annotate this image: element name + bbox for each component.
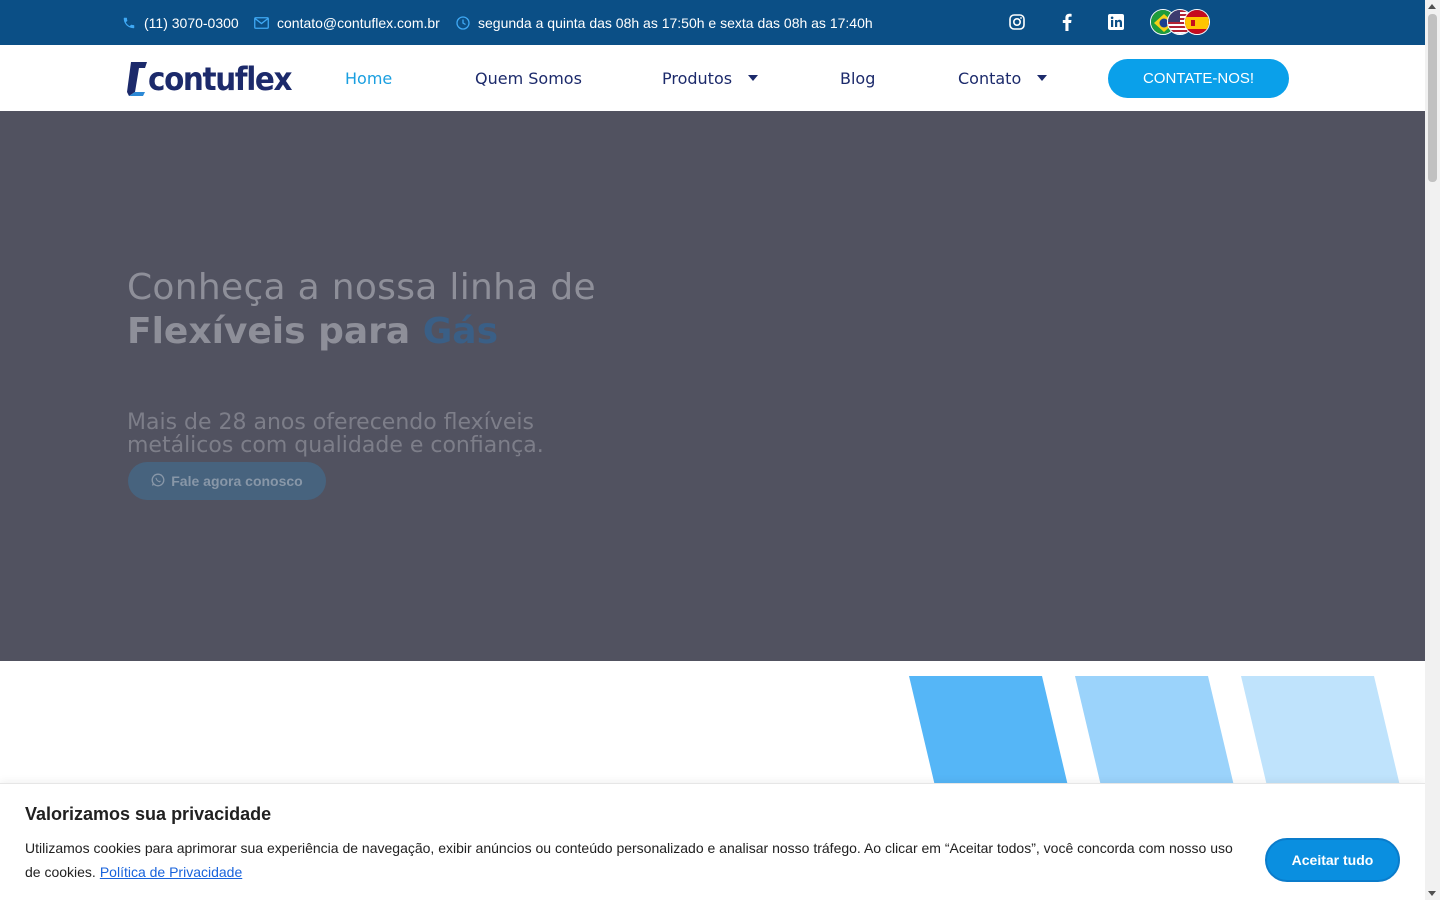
hero-title-accent: Gás [422,311,499,352]
cookie-title: Valorizamos sua privacidade [25,804,272,824]
nav-quem-somos[interactable]: Quem Somos [475,45,582,111]
privacy-policy-link[interactable]: Política de Privacidade [100,864,242,880]
nav-blog[interactable]: Blog [840,45,875,111]
nav-contato[interactable]: Contato [958,45,1048,111]
logo-mark-icon [127,62,147,96]
cookie-consent-banner: Valorizamos sua privacidade Utilizamos c… [0,783,1425,900]
page: (11) 3070-0300 contato@contuflex.com.br … [0,0,1425,900]
main-header: contuflex Home Quem Somos Produtos Blog … [0,45,1425,111]
nav-blog-label: Blog [840,68,876,88]
language-selector[interactable] [1150,9,1210,37]
nav-home[interactable]: Home [345,45,392,111]
hero-title-line2: Flexíveis para Gás [127,311,498,352]
linkedin-icon[interactable] [1106,12,1126,32]
hours-text: segunda a quinta das 08h as 17:50h e sex… [478,14,873,31]
top-contact-bar: (11) 3070-0300 contato@contuflex.com.br … [0,0,1425,45]
phone-number: (11) 3070-0300 [144,14,239,31]
flag-spain-icon[interactable] [1184,9,1210,35]
scroll-thumb[interactable] [1428,14,1437,182]
scroll-up-icon[interactable] [1428,4,1436,9]
email-address: contato@contuflex.com.br [277,14,440,31]
accept-all-button[interactable]: Aceitar tudo [1265,838,1400,882]
phone-icon [122,16,136,30]
whatsapp-icon [151,473,165,490]
page-scrollbar[interactable] [1425,0,1440,900]
business-hours: segunda a quinta das 08h as 17:50h e sex… [456,0,873,45]
instagram-icon[interactable] [1007,12,1027,32]
hero-title-bold: Flexíveis para [127,311,411,352]
facebook-icon[interactable] [1057,12,1077,32]
email-contact[interactable]: contato@contuflex.com.br [254,0,440,45]
cookie-message: Utilizamos cookies para aprimorar sua ex… [25,836,1240,884]
site-logo[interactable]: contuflex [127,61,304,97]
contact-us-button[interactable]: CONTATE-NOS! [1108,59,1289,98]
logo-text: contuflex [148,60,292,98]
phone-contact[interactable]: (11) 3070-0300 [122,0,239,45]
nav-produtos-label: Produtos [662,68,733,88]
scroll-down-icon[interactable] [1428,891,1436,896]
chevron-down-icon [1037,75,1048,81]
nav-quem-somos-label: Quem Somos [475,68,582,88]
decorative-stripes [900,676,1425,786]
nav-produtos[interactable]: Produtos [662,45,759,111]
hero-title-line1: Conheça a nossa linha de [127,267,596,308]
hero-subtitle: Mais de 28 anos oferecendo flexíveis met… [127,410,544,458]
nav-home-label: Home [345,68,393,88]
clock-icon [456,15,470,30]
whatsapp-button-label: Fale agora conosco [171,473,303,489]
nav-contato-label: Contato [958,68,1022,88]
whatsapp-contact-button[interactable]: Fale agora conosco [128,462,326,500]
mail-icon [254,16,269,29]
hero-banner: Conheça a nossa linha de Flexíveis para … [0,111,1425,661]
chevron-down-icon [748,75,759,81]
